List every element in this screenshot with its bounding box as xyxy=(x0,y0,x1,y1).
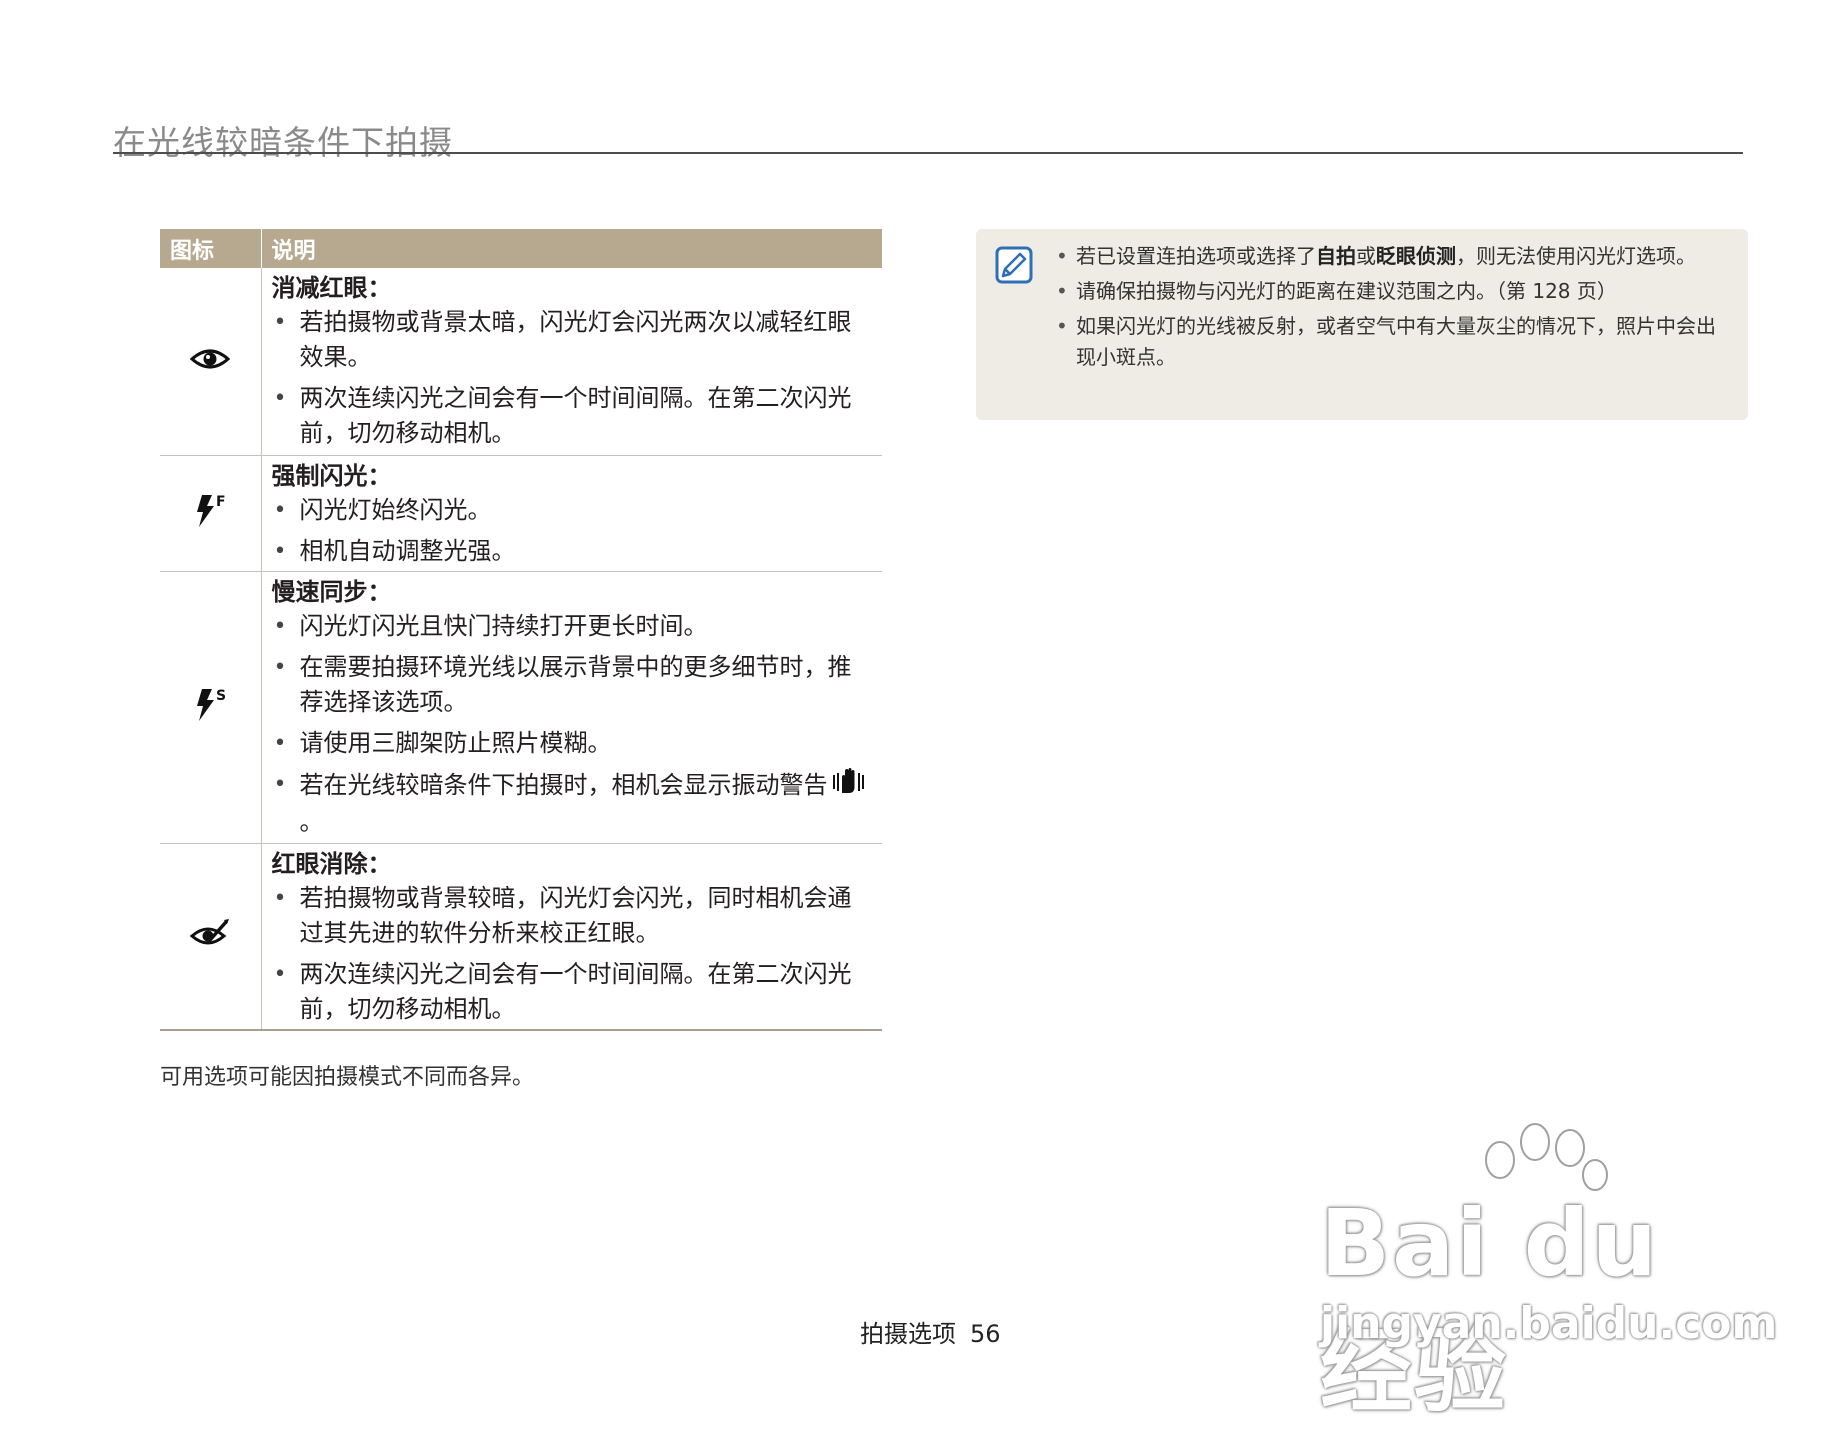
table-row: F 强制闪光： 闪光灯始终闪光。 相机自动调整光强。 xyxy=(160,455,882,572)
option-name: 强制闪光 xyxy=(271,461,368,490)
list-item: 闪光灯始终闪光。 xyxy=(272,493,871,528)
watermark-url: jingyan.baidu.com xyxy=(1320,1298,1778,1349)
shake-warning-icon xyxy=(832,767,866,805)
list-item: 两次连续闪光之间会有一个时间间隔。在第二次闪光前，切勿移动相机。 xyxy=(272,957,871,1027)
note-box: 若已设置连拍选项或选择了自拍或眨眼侦测，则无法使用闪光灯选项。 请确保拍摄物与闪… xyxy=(976,229,1748,420)
header-icon: 图标 xyxy=(160,229,262,268)
list-item: 闪光灯闪光且快门持续打开更长时间。 xyxy=(272,609,871,644)
list-item: 请确保拍摄物与闪光灯的距离在建议范围之内。（第 128 页） xyxy=(1056,276,1726,307)
option-name: 慢速同步 xyxy=(271,577,368,606)
slow-sync-icon: S xyxy=(190,685,230,729)
table-header-row: 图标 说明 xyxy=(160,229,882,268)
list-item: 两次连续闪光之间会有一个时间间隔。在第二次闪光前，切勿移动相机。 xyxy=(272,381,871,451)
table-footnote: 可用选项可能因拍摄模式不同而各异。 xyxy=(160,1065,535,1090)
fill-flash-icon: F xyxy=(190,491,230,535)
option-name: 红眼消除 xyxy=(271,849,368,878)
baidu-watermark: Bai du 经验 jingyan.baidu.com xyxy=(1310,1120,1777,1425)
list-item: 若拍摄物或背景太暗，闪光灯会闪光两次以减轻红眼效果。 xyxy=(272,305,871,375)
page-title: 在光线较暗条件下拍摄 xyxy=(113,123,453,162)
footer-section: 拍摄选项 xyxy=(860,1320,956,1348)
title-divider xyxy=(113,152,1743,154)
bold-term-self-timer: 自拍 xyxy=(1316,244,1356,268)
list-item: 若已设置连拍选项或选择了自拍或眨眼侦测，则无法使用闪光灯选项。 xyxy=(1056,241,1726,272)
flash-options-table: 图标 说明 消减红眼： 若拍摄物或背景太暗，闪光灯会闪光两次以减轻红眼效果。 xyxy=(160,229,882,1031)
bold-term-blink-detect: 眨眼侦测 xyxy=(1376,244,1456,268)
page-footer: 拍摄选项 56 xyxy=(860,1314,1001,1349)
list-item: 如果闪光灯的光线被反射，或者空气中有大量灰尘的情况下，照片中会出现小斑点。 xyxy=(1056,311,1726,373)
svg-text:F: F xyxy=(216,494,226,510)
note-pencil-icon xyxy=(994,245,1034,289)
list-item: 若拍摄物或背景较暗，闪光灯会闪光，同时相机会通过其先进的软件分析来校正红眼。 xyxy=(272,881,871,951)
list-item: 若在光线较暗条件下拍摄时，相机会显示振动警告 。 xyxy=(272,767,871,840)
svg-text:S: S xyxy=(216,688,226,704)
red-eye-icon xyxy=(189,346,231,376)
option-name: 消减红眼 xyxy=(271,274,368,302)
page-number: 56 xyxy=(970,1320,1001,1348)
header-description: 说明 xyxy=(261,229,882,268)
list-item: 在需要拍摄环境光线以展示背景中的更多细节时，推荐选择该选项。 xyxy=(272,650,871,720)
table-row: S 慢速同步： 闪光灯闪光且快门持续打开更长时间。 在需要拍摄环境光线以展示背景… xyxy=(160,571,882,844)
note-list: 若已设置连拍选项或选择了自拍或眨眼侦测，则无法使用闪光灯选项。 请确保拍摄物与闪… xyxy=(1056,241,1726,377)
list-item: 请使用三脚架防止照片模糊。 xyxy=(272,726,871,761)
list-item: 相机自动调整光强。 xyxy=(272,534,871,569)
table-row: 消减红眼： 若拍摄物或背景太暗，闪光灯会闪光两次以减轻红眼效果。 两次连续闪光之… xyxy=(160,268,882,456)
red-eye-fix-icon xyxy=(189,918,230,954)
table-row: 红眼消除： 若拍摄物或背景较暗，闪光灯会闪光，同时相机会通过其先进的软件分析来校… xyxy=(160,843,882,1031)
